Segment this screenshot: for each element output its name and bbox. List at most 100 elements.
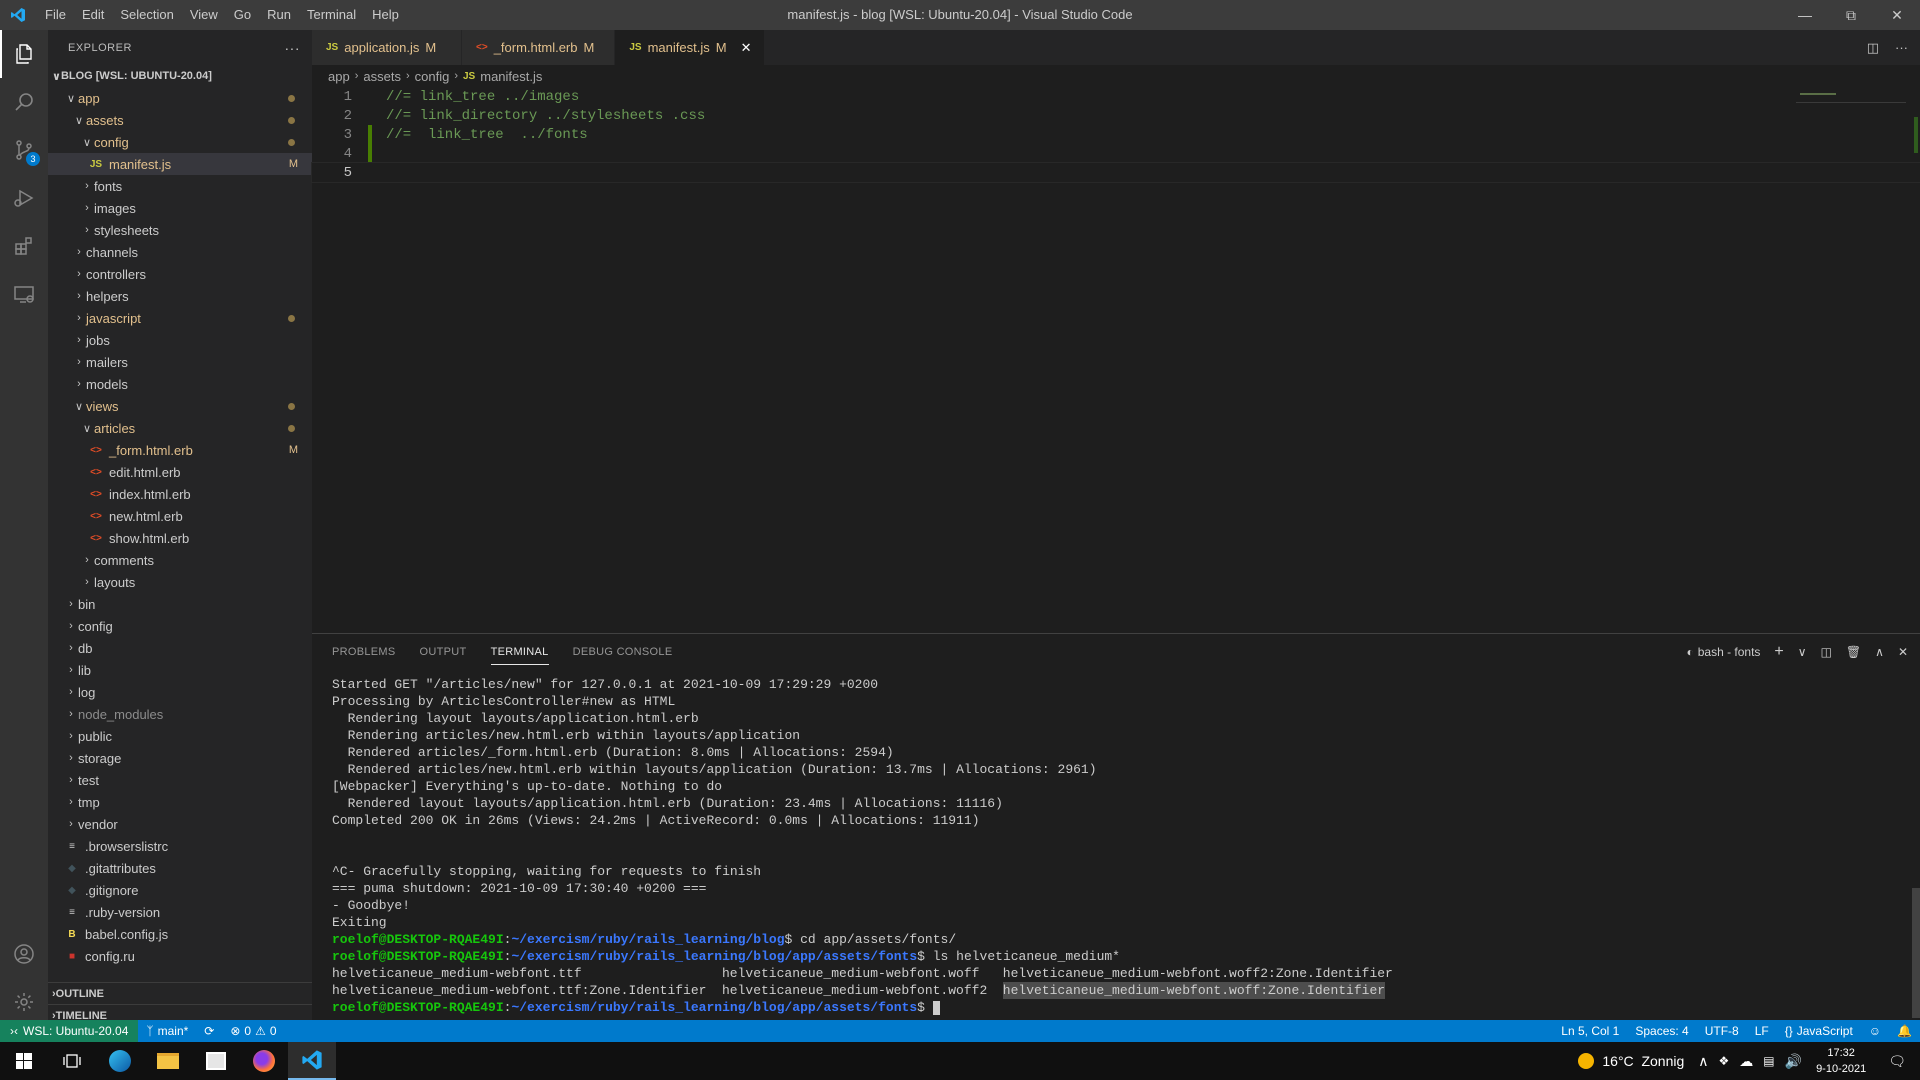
tree-file[interactable]: <> _form.html.erb M — [48, 439, 312, 461]
panel-tab-output[interactable]: OUTPUT — [420, 646, 467, 658]
tree-folder[interactable]: ∨ articles — [48, 417, 312, 439]
tree-file[interactable]: ■ config.ru — [48, 945, 312, 967]
task-view-icon[interactable] — [48, 1042, 96, 1080]
chevron-down-icon[interactable]: ∨ — [1798, 645, 1807, 659]
tree-folder[interactable]: › controllers — [48, 263, 312, 285]
minimize-button[interactable]: — — [1782, 0, 1828, 30]
tree-folder[interactable]: › lib — [48, 659, 312, 681]
problems-indicator[interactable]: ⊗ 0 ⚠ 0 — [222, 1024, 284, 1038]
menu-selection[interactable]: Selection — [112, 0, 181, 30]
tree-folder[interactable]: › config — [48, 615, 312, 637]
network-icon[interactable]: ▤ — [1763, 1054, 1774, 1068]
bell-icon[interactable]: 🔔 — [1889, 1024, 1920, 1038]
tree-folder[interactable]: › bin — [48, 593, 312, 615]
breadcrumb-item[interactable]: manifest.js — [480, 69, 542, 84]
weather-text[interactable]: 16°C Zonnig — [1602, 1053, 1684, 1069]
breadcrumb-item[interactable]: app — [328, 69, 350, 84]
tree-folder[interactable]: › javascript — [48, 307, 312, 329]
tree-folder[interactable]: › node_modules — [48, 703, 312, 725]
tree-folder[interactable]: › log — [48, 681, 312, 703]
tree-folder[interactable]: ∨ assets — [48, 109, 312, 131]
split-editor-icon[interactable]: ◫ — [1867, 40, 1879, 56]
tray-chevron-up-icon[interactable]: ∧ — [1698, 1053, 1708, 1070]
tree-folder[interactable]: ∨ app — [48, 87, 312, 109]
remote-explorer-icon[interactable] — [0, 270, 48, 318]
tree-folder[interactable]: ∨ config — [48, 131, 312, 153]
menu-file[interactable]: File — [37, 0, 74, 30]
extensions-icon[interactable] — [0, 222, 48, 270]
tree-folder[interactable]: › channels — [48, 241, 312, 263]
terminal-output[interactable]: Started GET "/articles/new" for 127.0.0.… — [332, 676, 1908, 1016]
tree-folder[interactable]: ∨ views — [48, 395, 312, 417]
remote-indicator[interactable]: ›‹ WSL: Ubuntu-20.04 — [0, 1020, 139, 1042]
close-window-button[interactable]: ✕ — [1874, 0, 1920, 30]
workspace-root[interactable]: ∨ BLOG [WSL: UBUNTU-20.04] — [48, 65, 312, 87]
tree-folder[interactable]: › stylesheets — [48, 219, 312, 241]
windows-start-icon[interactable] — [0, 1042, 48, 1080]
tree-folder[interactable]: › fonts — [48, 175, 312, 197]
tree-folder[interactable]: › test — [48, 769, 312, 791]
editor-tab[interactable]: <> _form.html.erb M — [462, 30, 616, 65]
tree-folder[interactable]: › storage — [48, 747, 312, 769]
gear-icon[interactable] — [0, 978, 48, 1026]
tree-folder[interactable]: › jobs — [48, 329, 312, 351]
tree-file[interactable]: <> new.html.erb — [48, 505, 312, 527]
file-explorer-icon[interactable] — [144, 1042, 192, 1080]
trash-icon[interactable]: 🗑 — [1846, 645, 1861, 659]
source-control-icon[interactable]: 3 — [0, 126, 48, 174]
menu-help[interactable]: Help — [364, 0, 407, 30]
tree-folder[interactable]: › public — [48, 725, 312, 747]
language-mode[interactable]: {} JavaScript — [1777, 1024, 1861, 1038]
run-debug-icon[interactable] — [0, 174, 48, 222]
terminal-scrollbar[interactable] — [1912, 888, 1920, 1018]
tree-file[interactable]: ◆ .gitignore — [48, 879, 312, 901]
vscode-taskbar-icon[interactable] — [288, 1042, 336, 1080]
encoding[interactable]: UTF-8 — [1697, 1024, 1747, 1038]
menu-edit[interactable]: Edit — [74, 0, 112, 30]
panel-tab-problems[interactable]: PROBLEMS — [332, 646, 396, 658]
sync-icon[interactable]: ⟳ — [196, 1024, 222, 1038]
search-icon[interactable] — [0, 78, 48, 126]
restore-button[interactable]: ⧉ — [1828, 0, 1874, 30]
editor-tab[interactable]: JS application.js M — [312, 30, 462, 65]
volume-icon[interactable]: 🔊 — [1785, 1053, 1802, 1070]
tree-file[interactable]: ◆ .gitattributes — [48, 857, 312, 879]
end-of-line[interactable]: LF — [1747, 1024, 1777, 1038]
split-terminal-icon[interactable]: ◫ — [1821, 645, 1832, 659]
indentation[interactable]: Spaces: 4 — [1627, 1024, 1696, 1038]
explorer-icon[interactable] — [0, 30, 48, 78]
panel-tab-terminal[interactable]: TERMINAL — [490, 646, 549, 665]
close-tab-icon[interactable]: ✕ — [741, 40, 752, 56]
dropbox-icon[interactable]: ❖ — [1719, 1054, 1730, 1068]
outline-section[interactable]: › OUTLINE — [48, 982, 312, 1004]
store-icon[interactable] — [192, 1042, 240, 1080]
more-actions-icon[interactable]: ··· — [1895, 40, 1908, 55]
tree-file[interactable]: <> show.html.erb — [48, 527, 312, 549]
tree-file[interactable]: <> edit.html.erb — [48, 461, 312, 483]
tree-folder[interactable]: › images — [48, 197, 312, 219]
tree-folder[interactable]: › models — [48, 373, 312, 395]
feedback-icon[interactable]: ☺ — [1861, 1024, 1889, 1038]
tree-folder[interactable]: › db — [48, 637, 312, 659]
panel-tab-debug-console[interactable]: DEBUG CONSOLE — [573, 646, 673, 658]
more-actions-icon[interactable]: ··· — [285, 40, 301, 56]
branch-indicator[interactable]: ᛉ main* — [138, 1024, 196, 1038]
account-icon[interactable] — [0, 930, 48, 978]
menu-terminal[interactable]: Terminal — [299, 0, 364, 30]
clock[interactable]: 17:32 9-10-2021 — [1808, 1045, 1874, 1077]
tree-folder[interactable]: › tmp — [48, 791, 312, 813]
tree-folder[interactable]: › layouts — [48, 571, 312, 593]
firefox-icon[interactable] — [240, 1042, 288, 1080]
menu-view[interactable]: View — [182, 0, 226, 30]
tree-folder[interactable]: › comments — [48, 549, 312, 571]
breadcrumb-item[interactable]: assets — [363, 69, 401, 84]
terminal-selector[interactable]: ◐ bash - fonts — [1686, 645, 1760, 659]
edge-browser-icon[interactable] — [96, 1042, 144, 1080]
tree-file[interactable]: <> index.html.erb — [48, 483, 312, 505]
tree-file[interactable]: ≡ .ruby-version — [48, 901, 312, 923]
menu-go[interactable]: Go — [226, 0, 259, 30]
minimap[interactable] — [1796, 91, 1906, 103]
breadcrumb-item[interactable]: config — [415, 69, 450, 84]
tree-file[interactable]: Bbabel.config.js — [48, 923, 312, 945]
notification-icon[interactable]: 🗨 — [1874, 1053, 1920, 1070]
